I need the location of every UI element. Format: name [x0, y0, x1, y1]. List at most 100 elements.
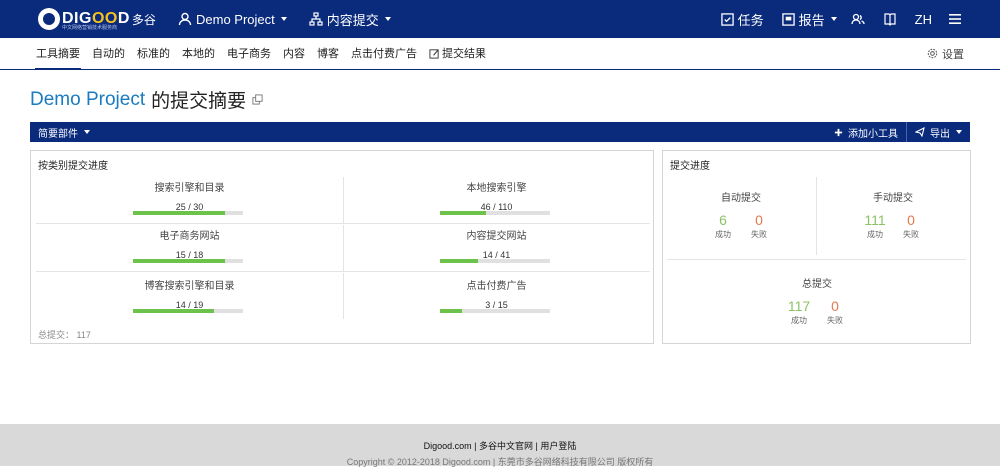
category-progress-bar — [133, 259, 243, 263]
hierarchy-icon — [309, 12, 323, 26]
total-submission-stats: 总提交 117 成功 0 失败 — [747, 275, 887, 326]
tab-blog[interactable]: 博客 — [311, 38, 345, 70]
top-navigation-bar: DIGOOD 多谷 中文网络营销技术服务商 Demo Project 内容提交 … — [0, 0, 1000, 38]
category-item[interactable]: 博客搜索引擎和目录 14 / 19 — [36, 273, 343, 321]
total-submissions-text: 总提交： 117 — [38, 330, 91, 340]
category-name: 博客搜索引擎和目录 — [144, 281, 235, 292]
total-submission-label: 总提交 — [802, 279, 832, 290]
category-name: 点击付费广告 — [466, 281, 527, 292]
grid-divider — [36, 271, 650, 272]
plus-icon — [834, 128, 843, 136]
category-item[interactable]: 本地搜索引擎 46 / 110 — [343, 175, 650, 223]
category-progress-bar — [133, 211, 243, 215]
auto-success-count: 6 — [719, 212, 727, 228]
tasks-label: 任务 — [737, 12, 764, 28]
settings-button[interactable]: 设置 — [927, 46, 964, 62]
digood-logo[interactable]: DIGOOD 多谷 中文网络营销技术服务商 — [38, 0, 158, 38]
reports-dropdown[interactable]: 报告 — [781, 10, 837, 29]
chevron-down-icon — [956, 130, 962, 134]
manual-fail-count: 0 — [907, 212, 915, 228]
category-name: 搜索引擎和目录 — [154, 183, 225, 194]
logo-tagline: 中文网络营销技术服务商 — [62, 25, 118, 31]
tab-tool-summary[interactable]: 工具摘要 — [30, 38, 86, 70]
logo-chinese-name: 多谷 — [131, 12, 156, 27]
page-title-text: 的提交摘要 — [151, 91, 247, 112]
category-name: 本地搜索引擎 — [466, 183, 527, 194]
add-widget-label: 添加小工具 — [848, 128, 898, 140]
guide-button[interactable] — [883, 12, 901, 26]
auto-submission-stats: 自动提交 6 成功 0 失败 — [671, 189, 811, 240]
manual-submission-stats: 手动提交 111 成功 0 失败 — [823, 189, 963, 240]
panel-divider — [667, 259, 966, 260]
submission-progress-title: 提交进度 — [670, 161, 710, 172]
page-footer: Digood.com | 多谷中文官网 | 用户登陆 Copyright © 2… — [0, 424, 1000, 467]
tab-ecommerce[interactable]: 电子商务 — [221, 38, 277, 70]
progress-fill — [133, 259, 225, 263]
chevron-down-icon — [84, 130, 90, 134]
tab-standard[interactable]: 标准的 — [131, 38, 176, 70]
category-item[interactable]: 搜索引擎和目录 25 / 30 — [36, 175, 343, 223]
tasks-icon — [720, 12, 734, 26]
page-title: Demo Project 的提交摘要 — [30, 86, 263, 113]
project-dropdown-label: Demo Project — [196, 11, 275, 27]
submission-progress-panel: 提交进度 自动提交 6 成功 0 失败 手动提交 111 成功 0 失败 总提交 117… — [662, 150, 971, 344]
summary-widgets-dropdown[interactable]: 简要部件 — [38, 125, 90, 140]
settings-label: 设置 — [942, 48, 964, 61]
language-label: ZH — [914, 11, 932, 27]
tab-submission-results[interactable]: 提交结果 — [423, 38, 492, 70]
export-dropdown[interactable]: 导出 — [906, 122, 970, 142]
total-fail-count: 0 — [831, 298, 839, 314]
progress-fill — [133, 211, 225, 215]
export-label: 导出 — [930, 128, 950, 140]
category-progress-panel: 按类别提交进度 搜索引擎和目录 25 / 30 本地搜索引擎 46 / 110 … — [30, 150, 654, 344]
category-progress-bar — [440, 211, 550, 215]
secondary-navigation: 工具摘要 自动的 标准的 本地的 电子商务 内容 博客 点击付费广告 提交结果 … — [0, 38, 1000, 70]
total-success-count: 117 — [787, 298, 811, 314]
tab-content[interactable]: 内容 — [277, 38, 311, 70]
report-icon — [781, 12, 795, 26]
book-icon — [884, 13, 896, 26]
tasks-button[interactable]: 任务 — [720, 10, 764, 29]
fail-label: 失败 — [751, 230, 767, 239]
hamburger-menu-icon — [949, 14, 961, 24]
auto-submission-label: 自动提交 — [721, 193, 761, 204]
page-title-project[interactable]: Demo Project — [30, 89, 145, 111]
language-switch[interactable]: ZH — [915, 12, 932, 27]
tab-ppc[interactable]: 点击付费广告 — [345, 38, 423, 70]
section-dropdown-label: 内容提交 — [326, 12, 379, 28]
summary-widgets-label: 简要部件 — [38, 128, 78, 140]
category-item[interactable]: 电子商务网站 15 / 18 — [36, 223, 343, 271]
send-icon — [915, 127, 925, 137]
top-right-actions: 任务 报告 ZH — [703, 0, 966, 38]
main-menu-button[interactable] — [948, 13, 966, 25]
category-progress-bar — [440, 309, 550, 313]
add-widget-button[interactable]: 添加小工具 — [826, 122, 906, 142]
tab-automatic[interactable]: 自动的 — [86, 38, 131, 70]
auto-fail-count: 0 — [755, 212, 763, 228]
tab-submission-results-label: 提交结果 — [442, 47, 486, 60]
category-name: 内容提交网站 — [466, 231, 527, 242]
contacts-button[interactable] — [851, 12, 869, 26]
progress-fill — [133, 309, 215, 313]
project-dropdown[interactable]: Demo Project — [178, 12, 287, 27]
footer-links[interactable]: Digood.com | 多谷中文官网 | 用户登陆 — [0, 439, 1000, 452]
category-name: 电子商务网站 — [159, 231, 220, 242]
chevron-down-icon — [830, 17, 837, 21]
copy-icon[interactable] — [252, 94, 263, 105]
section-dropdown[interactable]: 内容提交 — [309, 10, 391, 29]
category-item[interactable]: 内容提交网站 14 / 41 — [343, 223, 650, 271]
category-progress-bar — [133, 309, 243, 313]
footer-copyright: Copyright © 2012-2018 Digood.com | 东莞市多谷… — [346, 457, 654, 467]
reports-label: 报告 — [798, 12, 825, 28]
chevron-down-icon — [280, 17, 287, 21]
success-label: 成功 — [791, 316, 807, 325]
manual-success-count: 111 — [864, 212, 886, 228]
chevron-down-icon — [384, 17, 391, 21]
category-progress-title: 按类别提交进度 — [38, 161, 108, 172]
logo-mark-icon — [38, 8, 60, 30]
edit-check-icon — [429, 49, 439, 59]
tab-local[interactable]: 本地的 — [176, 38, 221, 70]
success-label: 成功 — [715, 230, 731, 239]
progress-fill — [440, 309, 462, 313]
category-item[interactable]: 点击付费广告 3 / 15 — [343, 273, 650, 321]
